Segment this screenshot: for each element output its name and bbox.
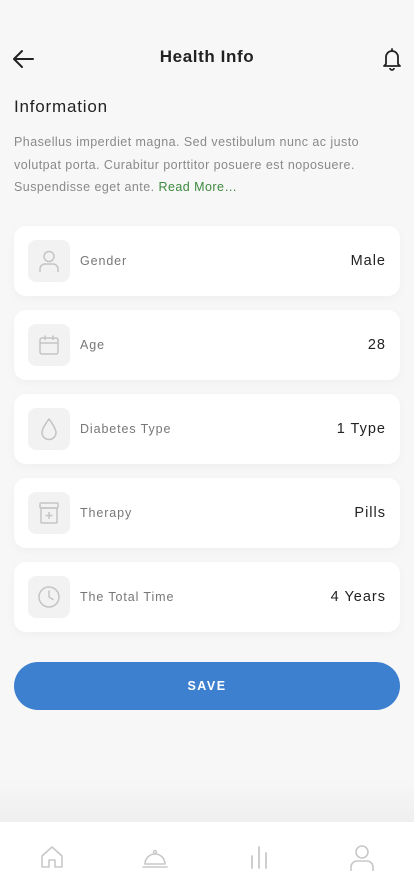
field-label: The Total Time xyxy=(80,590,175,604)
notification-button[interactable] xyxy=(380,46,404,72)
field-value: Male xyxy=(350,253,386,269)
read-more-link[interactable]: Read More… xyxy=(159,180,238,194)
field-value: 1 Type xyxy=(336,421,386,437)
section-title: Information xyxy=(14,97,108,116)
info-description: Phasellus imperdiet magna. Sed vestibulu… xyxy=(14,131,406,199)
field-gender[interactable]: Gender Male xyxy=(14,226,400,296)
field-value: 28 xyxy=(367,337,386,353)
field-label: Gender xyxy=(80,254,128,268)
field-icon-box xyxy=(28,324,70,366)
clock-icon xyxy=(38,586,60,608)
field-icon-box xyxy=(28,408,70,450)
tabbar-shadow xyxy=(0,780,414,822)
tab-profile[interactable] xyxy=(311,822,414,896)
drop-icon xyxy=(41,418,57,441)
calendar-icon xyxy=(39,335,59,355)
user-icon xyxy=(39,250,59,272)
field-icon-box xyxy=(28,576,70,618)
field-total-time[interactable]: The Total Time 4 Years xyxy=(14,562,400,632)
field-icon-box xyxy=(28,492,70,534)
stats-icon xyxy=(250,846,267,869)
save-button[interactable]: SAVE xyxy=(14,662,400,710)
tab-stats[interactable] xyxy=(207,822,311,896)
field-label: Age xyxy=(80,338,105,352)
bottom-tab-bar xyxy=(0,822,414,896)
field-label: Therapy xyxy=(80,506,133,520)
field-icon-box xyxy=(28,240,70,282)
pill-bottle-icon xyxy=(39,502,59,524)
field-age[interactable]: Age 28 xyxy=(14,310,400,380)
field-value: Pills xyxy=(354,505,386,521)
field-therapy[interactable]: Therapy Pills xyxy=(14,478,400,548)
tab-food[interactable] xyxy=(104,822,208,896)
page-title: Health Info xyxy=(159,47,255,66)
info-cards: Gender Male Age 28 Diabetes Type 1 Type xyxy=(14,226,400,646)
field-value: 4 Years xyxy=(330,589,386,605)
food-cloche-icon xyxy=(142,849,169,868)
tab-home[interactable] xyxy=(0,822,104,896)
field-diabetes-type[interactable]: Diabetes Type 1 Type xyxy=(14,394,400,464)
field-label: Diabetes Type xyxy=(80,422,172,436)
bell-icon xyxy=(383,48,401,71)
profile-icon xyxy=(350,845,375,871)
home-icon xyxy=(40,846,63,868)
